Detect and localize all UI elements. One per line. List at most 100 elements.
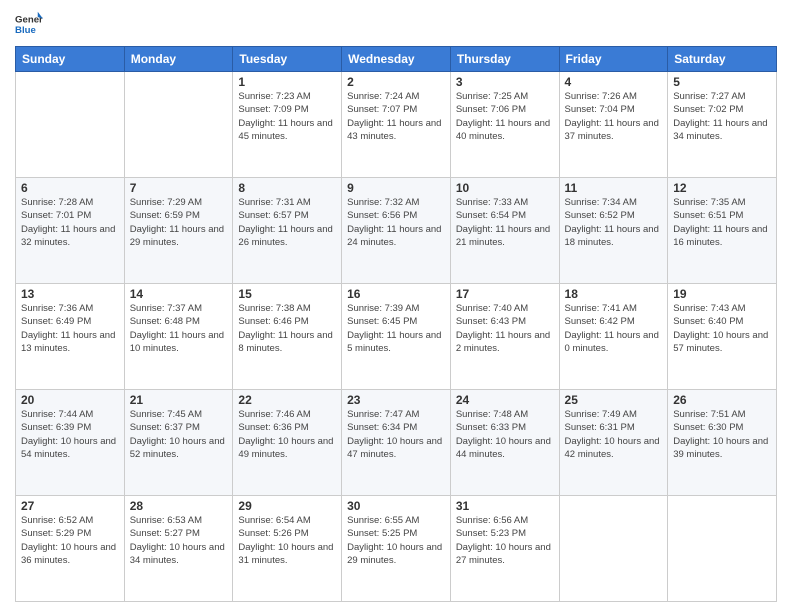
day-info: Sunrise: 7:37 AMSunset: 6:48 PMDaylight:… — [130, 302, 228, 355]
calendar-cell: 11Sunrise: 7:34 AMSunset: 6:52 PMDayligh… — [559, 178, 668, 284]
day-info: Sunrise: 7:33 AMSunset: 6:54 PMDaylight:… — [456, 196, 554, 249]
calendar-cell: 9Sunrise: 7:32 AMSunset: 6:56 PMDaylight… — [342, 178, 451, 284]
day-info: Sunrise: 7:28 AMSunset: 7:01 PMDaylight:… — [21, 196, 119, 249]
day-info: Sunrise: 7:26 AMSunset: 7:04 PMDaylight:… — [565, 90, 663, 143]
calendar-cell: 15Sunrise: 7:38 AMSunset: 6:46 PMDayligh… — [233, 284, 342, 390]
calendar-cell: 27Sunrise: 6:52 AMSunset: 5:29 PMDayligh… — [16, 496, 125, 602]
calendar-day-header: Friday — [559, 47, 668, 72]
day-number: 11 — [565, 181, 663, 195]
calendar-cell: 21Sunrise: 7:45 AMSunset: 6:37 PMDayligh… — [124, 390, 233, 496]
day-number: 18 — [565, 287, 663, 301]
calendar-day-header: Sunday — [16, 47, 125, 72]
calendar-cell: 13Sunrise: 7:36 AMSunset: 6:49 PMDayligh… — [16, 284, 125, 390]
day-info: Sunrise: 7:23 AMSunset: 7:09 PMDaylight:… — [238, 90, 336, 143]
day-number: 9 — [347, 181, 445, 195]
calendar-cell: 19Sunrise: 7:43 AMSunset: 6:40 PMDayligh… — [668, 284, 777, 390]
calendar-cell: 31Sunrise: 6:56 AMSunset: 5:23 PMDayligh… — [450, 496, 559, 602]
day-number: 7 — [130, 181, 228, 195]
day-info: Sunrise: 7:29 AMSunset: 6:59 PMDaylight:… — [130, 196, 228, 249]
calendar-cell: 23Sunrise: 7:47 AMSunset: 6:34 PMDayligh… — [342, 390, 451, 496]
day-number: 8 — [238, 181, 336, 195]
day-number: 10 — [456, 181, 554, 195]
day-info: Sunrise: 7:46 AMSunset: 6:36 PMDaylight:… — [238, 408, 336, 461]
day-number: 2 — [347, 75, 445, 89]
calendar-cell: 16Sunrise: 7:39 AMSunset: 6:45 PMDayligh… — [342, 284, 451, 390]
calendar-cell — [668, 496, 777, 602]
day-number: 4 — [565, 75, 663, 89]
day-info: Sunrise: 7:36 AMSunset: 6:49 PMDaylight:… — [21, 302, 119, 355]
day-number: 21 — [130, 393, 228, 407]
day-info: Sunrise: 7:24 AMSunset: 7:07 PMDaylight:… — [347, 90, 445, 143]
calendar-cell: 30Sunrise: 6:55 AMSunset: 5:25 PMDayligh… — [342, 496, 451, 602]
calendar-week-row: 1Sunrise: 7:23 AMSunset: 7:09 PMDaylight… — [16, 72, 777, 178]
calendar-week-row: 13Sunrise: 7:36 AMSunset: 6:49 PMDayligh… — [16, 284, 777, 390]
calendar-cell: 24Sunrise: 7:48 AMSunset: 6:33 PMDayligh… — [450, 390, 559, 496]
calendar-cell — [16, 72, 125, 178]
day-number: 12 — [673, 181, 771, 195]
day-info: Sunrise: 7:25 AMSunset: 7:06 PMDaylight:… — [456, 90, 554, 143]
logo-icon: General Blue — [15, 10, 43, 38]
day-info: Sunrise: 7:48 AMSunset: 6:33 PMDaylight:… — [456, 408, 554, 461]
day-info: Sunrise: 7:45 AMSunset: 6:37 PMDaylight:… — [130, 408, 228, 461]
day-number: 3 — [456, 75, 554, 89]
calendar-day-header: Saturday — [668, 47, 777, 72]
day-number: 17 — [456, 287, 554, 301]
calendar-cell: 20Sunrise: 7:44 AMSunset: 6:39 PMDayligh… — [16, 390, 125, 496]
calendar-cell: 7Sunrise: 7:29 AMSunset: 6:59 PMDaylight… — [124, 178, 233, 284]
calendar-cell: 26Sunrise: 7:51 AMSunset: 6:30 PMDayligh… — [668, 390, 777, 496]
svg-text:Blue: Blue — [15, 25, 36, 36]
day-info: Sunrise: 7:47 AMSunset: 6:34 PMDaylight:… — [347, 408, 445, 461]
day-number: 27 — [21, 499, 119, 513]
calendar-cell: 5Sunrise: 7:27 AMSunset: 7:02 PMDaylight… — [668, 72, 777, 178]
day-number: 19 — [673, 287, 771, 301]
day-number: 30 — [347, 499, 445, 513]
day-number: 26 — [673, 393, 771, 407]
calendar-cell: 17Sunrise: 7:40 AMSunset: 6:43 PMDayligh… — [450, 284, 559, 390]
calendar-day-header: Monday — [124, 47, 233, 72]
day-number: 16 — [347, 287, 445, 301]
day-number: 22 — [238, 393, 336, 407]
day-info: Sunrise: 6:54 AMSunset: 5:26 PMDaylight:… — [238, 514, 336, 567]
day-info: Sunrise: 7:32 AMSunset: 6:56 PMDaylight:… — [347, 196, 445, 249]
header: General Blue — [15, 10, 777, 38]
calendar-cell — [124, 72, 233, 178]
calendar-week-row: 20Sunrise: 7:44 AMSunset: 6:39 PMDayligh… — [16, 390, 777, 496]
calendar-header-row: SundayMondayTuesdayWednesdayThursdayFrid… — [16, 47, 777, 72]
day-number: 29 — [238, 499, 336, 513]
calendar-cell: 12Sunrise: 7:35 AMSunset: 6:51 PMDayligh… — [668, 178, 777, 284]
calendar-day-header: Wednesday — [342, 47, 451, 72]
day-info: Sunrise: 6:52 AMSunset: 5:29 PMDaylight:… — [21, 514, 119, 567]
calendar-cell: 1Sunrise: 7:23 AMSunset: 7:09 PMDaylight… — [233, 72, 342, 178]
calendar-day-header: Tuesday — [233, 47, 342, 72]
day-info: Sunrise: 6:53 AMSunset: 5:27 PMDaylight:… — [130, 514, 228, 567]
calendar-table: SundayMondayTuesdayWednesdayThursdayFrid… — [15, 46, 777, 602]
calendar-cell: 8Sunrise: 7:31 AMSunset: 6:57 PMDaylight… — [233, 178, 342, 284]
calendar-week-row: 27Sunrise: 6:52 AMSunset: 5:29 PMDayligh… — [16, 496, 777, 602]
day-info: Sunrise: 7:38 AMSunset: 6:46 PMDaylight:… — [238, 302, 336, 355]
day-info: Sunrise: 7:39 AMSunset: 6:45 PMDaylight:… — [347, 302, 445, 355]
day-info: Sunrise: 7:31 AMSunset: 6:57 PMDaylight:… — [238, 196, 336, 249]
calendar-cell: 22Sunrise: 7:46 AMSunset: 6:36 PMDayligh… — [233, 390, 342, 496]
day-info: Sunrise: 7:40 AMSunset: 6:43 PMDaylight:… — [456, 302, 554, 355]
calendar-cell: 4Sunrise: 7:26 AMSunset: 7:04 PMDaylight… — [559, 72, 668, 178]
day-info: Sunrise: 6:55 AMSunset: 5:25 PMDaylight:… — [347, 514, 445, 567]
day-number: 20 — [21, 393, 119, 407]
calendar-cell: 28Sunrise: 6:53 AMSunset: 5:27 PMDayligh… — [124, 496, 233, 602]
day-number: 28 — [130, 499, 228, 513]
day-info: Sunrise: 7:34 AMSunset: 6:52 PMDaylight:… — [565, 196, 663, 249]
calendar-cell — [559, 496, 668, 602]
day-info: Sunrise: 7:51 AMSunset: 6:30 PMDaylight:… — [673, 408, 771, 461]
day-info: Sunrise: 7:44 AMSunset: 6:39 PMDaylight:… — [21, 408, 119, 461]
day-info: Sunrise: 6:56 AMSunset: 5:23 PMDaylight:… — [456, 514, 554, 567]
day-number: 13 — [21, 287, 119, 301]
calendar-cell: 6Sunrise: 7:28 AMSunset: 7:01 PMDaylight… — [16, 178, 125, 284]
logo: General Blue — [15, 10, 43, 38]
day-info: Sunrise: 7:49 AMSunset: 6:31 PMDaylight:… — [565, 408, 663, 461]
day-info: Sunrise: 7:27 AMSunset: 7:02 PMDaylight:… — [673, 90, 771, 143]
day-info: Sunrise: 7:43 AMSunset: 6:40 PMDaylight:… — [673, 302, 771, 355]
calendar-week-row: 6Sunrise: 7:28 AMSunset: 7:01 PMDaylight… — [16, 178, 777, 284]
calendar-cell: 3Sunrise: 7:25 AMSunset: 7:06 PMDaylight… — [450, 72, 559, 178]
day-number: 14 — [130, 287, 228, 301]
day-number: 6 — [21, 181, 119, 195]
day-info: Sunrise: 7:41 AMSunset: 6:42 PMDaylight:… — [565, 302, 663, 355]
